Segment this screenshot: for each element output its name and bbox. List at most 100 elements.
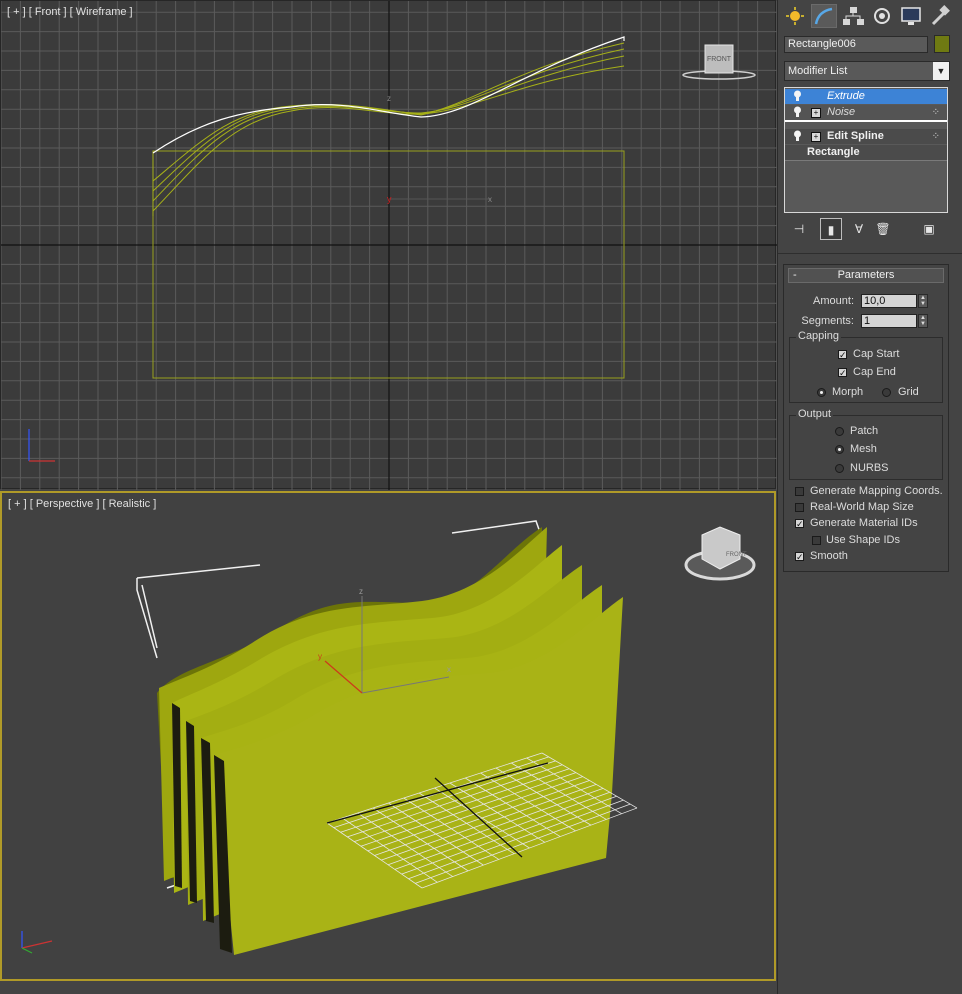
parameters-rollout: - Parameters Amount: 10,0 ▲ ▼ Segments: 1… xyxy=(783,264,949,572)
output-title: Output xyxy=(796,408,834,420)
remove-modifier-button[interactable]: 🗑 xyxy=(872,218,894,240)
make-unique-icon: ∀ xyxy=(854,222,864,236)
cap-end-checkbox[interactable]: ✓ xyxy=(838,368,847,378)
output-group: Output Patch Mesh NURBS xyxy=(789,408,943,480)
create-tab[interactable] xyxy=(782,4,808,28)
amount-spinner-field[interactable]: 10,0 xyxy=(861,294,917,308)
parameters-rollout-header[interactable]: - Parameters xyxy=(788,268,944,283)
parameters-title: Parameters xyxy=(837,269,895,281)
amount-label: Amount: xyxy=(813,295,854,307)
front-gizmo-x-label: x xyxy=(488,195,492,204)
front-viewport-label[interactable]: [ + ] [ Front ] [ Wireframe ] xyxy=(7,6,133,18)
motion-tab[interactable] xyxy=(869,4,895,28)
expand-icon[interactable]: + xyxy=(811,132,821,142)
modifier-stack: Extrude + Noise ⁘ + Edit Spline ⁘ Rectan… xyxy=(784,87,948,213)
modifier-list-dropdown[interactable]: Modifier List ▼ xyxy=(784,61,950,81)
hierarchy-icon xyxy=(843,7,864,25)
pin-dots-icon: ⁘ xyxy=(931,131,941,142)
stack-item-extrude[interactable]: Extrude xyxy=(785,89,947,104)
nurbs-radio[interactable] xyxy=(835,464,844,473)
grid-label: Grid xyxy=(898,386,919,398)
gen-mapping-label: Generate Mapping Coords. xyxy=(810,485,943,497)
segments-spinner-arrows[interactable]: ▲ ▼ xyxy=(918,314,928,328)
real-world-label: Real-World Map Size xyxy=(810,501,914,513)
front-viewport[interactable]: y x z FRONT [ + ] [ Front ] [ Wireframe … xyxy=(0,0,777,490)
front-viewcube-label: FRONT xyxy=(707,56,732,63)
collapse-icon: - xyxy=(793,269,797,281)
morph-radio[interactable] xyxy=(817,388,826,397)
amount-spinner-arrows[interactable]: ▲ ▼ xyxy=(918,294,928,308)
capping-group: Capping ✓ Cap Start ✓ Cap End Morph Grid xyxy=(789,330,943,403)
command-panel: Rectangle006 Modifier List ▼ Extrude + N… xyxy=(777,0,962,994)
mesh-radio[interactable] xyxy=(835,445,844,454)
display-icon xyxy=(901,7,921,25)
lightbulb-icon[interactable] xyxy=(793,90,802,102)
cap-start-label: Cap Start xyxy=(853,348,900,360)
smooth-checkbox[interactable]: ✓ xyxy=(795,552,804,562)
persp-gizmo-x-label: x xyxy=(447,665,451,674)
motion-icon xyxy=(874,8,890,24)
object-name-field[interactable]: Rectangle006 xyxy=(784,36,928,53)
grid-radio[interactable] xyxy=(882,388,891,397)
gen-material-checkbox[interactable]: ✓ xyxy=(795,519,804,529)
command-panel-tabs xyxy=(782,4,958,28)
nurbs-label: NURBS xyxy=(850,462,889,474)
stack-item-label: Extrude xyxy=(827,90,865,102)
display-tab[interactable] xyxy=(898,4,924,28)
pin-icon: ⊣ xyxy=(793,222,805,236)
modifier-list-label: Modifier List xyxy=(788,65,848,77)
lightbulb-icon[interactable] xyxy=(793,106,802,118)
use-shape-checkbox[interactable] xyxy=(812,536,821,545)
stack-item-label: Rectangle xyxy=(807,146,860,158)
cap-start-checkbox[interactable]: ✓ xyxy=(838,350,847,360)
patch-radio[interactable] xyxy=(835,427,844,436)
segments-label: Segments: xyxy=(801,315,854,327)
front-gizmo-y-label: y xyxy=(387,194,392,204)
lightbulb-icon[interactable] xyxy=(793,130,802,142)
segments-spinner-field[interactable]: 1 xyxy=(861,314,917,328)
perspective-viewport-canvas[interactable]: z x y FRONT xyxy=(2,493,774,979)
persp-tripod-x xyxy=(21,940,53,949)
stack-item-edit-spline[interactable]: + Edit Spline ⁘ xyxy=(785,129,947,144)
modify-icon xyxy=(814,7,833,25)
pin-stack-button[interactable]: ⊣ xyxy=(788,218,810,240)
real-world-checkbox[interactable] xyxy=(795,503,804,512)
configure-sets-button[interactable]: ▣ xyxy=(918,218,940,240)
pin-dots-icon: ⁘ xyxy=(931,107,941,118)
trash-icon: 🗑 xyxy=(875,222,891,236)
smooth-label: Smooth xyxy=(810,550,848,562)
front-viewport-canvas[interactable]: y x z FRONT xyxy=(1,1,777,490)
perspective-viewport-label[interactable]: [ + ] [ Perspective ] [ Realistic ] xyxy=(8,498,156,510)
patch-label: Patch xyxy=(850,425,879,437)
perspective-viewport[interactable]: z x y FRONT [ + ] [ Perspective ] [ Real… xyxy=(0,491,776,981)
mesh-label: Mesh xyxy=(850,443,877,455)
stack-item-label: Edit Spline xyxy=(827,130,884,142)
gen-mapping-checkbox[interactable] xyxy=(795,487,804,496)
utilities-icon xyxy=(931,5,950,26)
create-icon xyxy=(790,11,800,21)
modify-tab[interactable] xyxy=(811,4,837,28)
hierarchy-tab[interactable] xyxy=(840,4,866,28)
stack-item-noise[interactable]: + Noise ⁘ xyxy=(785,105,947,122)
stack-toolbar: ⊣ ▮ ∀ 🗑 ▣ xyxy=(788,218,948,240)
capping-title: Capping xyxy=(796,330,841,342)
segments-row: Segments: 1 ▲ ▼ xyxy=(784,313,944,329)
expand-icon[interactable]: + xyxy=(811,108,821,118)
cap-end-label: Cap End xyxy=(853,366,896,378)
chevron-down-icon[interactable]: ▼ xyxy=(933,62,949,80)
utilities-tab[interactable] xyxy=(927,4,953,28)
stack-item-rectangle[interactable]: Rectangle xyxy=(785,145,947,161)
persp-tripod-y xyxy=(21,947,33,954)
show-end-result-button[interactable]: ▮ xyxy=(820,218,842,240)
configure-icon: ▣ xyxy=(923,222,935,236)
stack-item-label: Noise xyxy=(827,106,856,118)
persp-viewcube-label: FRONT xyxy=(726,552,747,558)
persp-gizmo-z-label: z xyxy=(359,587,363,596)
use-shape-label: Use Shape IDs xyxy=(826,534,900,546)
gen-material-label: Generate Material IDs xyxy=(810,517,918,529)
persp-gizmo-y-label: y xyxy=(318,652,322,661)
make-unique-button[interactable]: ∀ xyxy=(848,218,870,240)
extruded-panels xyxy=(157,527,623,955)
front-gizmo-z-label: z xyxy=(387,94,391,103)
object-color-swatch[interactable] xyxy=(934,35,950,53)
